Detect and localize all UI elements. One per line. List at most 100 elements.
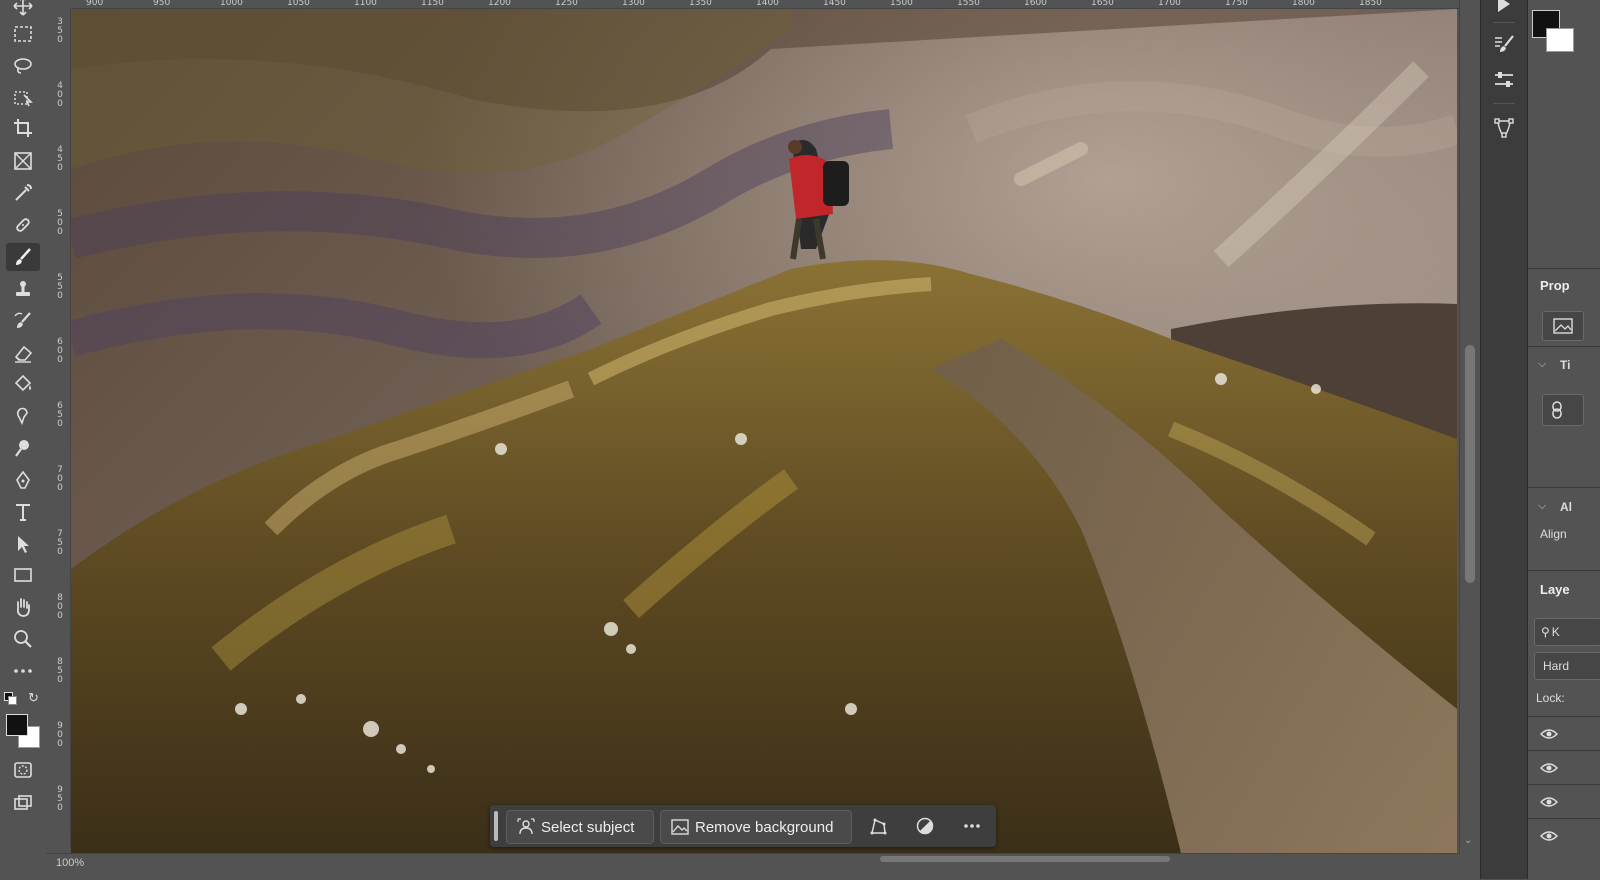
pen-icon[interactable] (6, 466, 40, 494)
panel-icon-strip (1480, 0, 1527, 879)
ruler-top-label: 1850 (1359, 0, 1382, 8)
crop-icon[interactable] (6, 114, 40, 142)
path-selection-icon[interactable] (6, 530, 40, 558)
transform-icon[interactable] (866, 814, 890, 838)
properties-panel-title[interactable]: Prop (1540, 278, 1570, 293)
ruler-top-label: 1000 (220, 0, 243, 8)
rectangular-marquee-icon[interactable] (6, 20, 40, 48)
ruler-left-label: 5 5 0 (57, 273, 63, 301)
link-icon[interactable] (1542, 394, 1584, 426)
ruler-top-label: 1600 (1024, 0, 1047, 8)
scroll-down-icon[interactable]: ⌄ (1464, 835, 1472, 846)
ruler-top-label: 1800 (1292, 0, 1315, 8)
ruler-left-label: 4 5 0 (57, 145, 63, 173)
ruler-left-label: 7 5 0 (57, 529, 63, 557)
ruler-top-label: 900 (86, 0, 104, 8)
align-section-label: Al (1560, 500, 1572, 514)
status-bar: 100% (46, 853, 1460, 880)
ruler-left-label: 9 5 0 (57, 785, 63, 813)
document-canvas[interactable] (71, 9, 1457, 853)
ruler-top-label: 1700 (1158, 0, 1181, 8)
rectangle-icon[interactable] (6, 561, 40, 589)
search-icon: ⚲ (1541, 625, 1550, 639)
paint-bucket-icon[interactable] (6, 370, 40, 398)
eye-icon[interactable] (1540, 762, 1558, 774)
adjustment-layer-icon[interactable] (913, 814, 937, 838)
eye-icon[interactable] (1540, 728, 1558, 740)
more-options-icon[interactable] (960, 814, 984, 838)
transform-section-label: Ti (1560, 358, 1571, 372)
blend-mode-dropdown[interactable]: Hard (1534, 652, 1600, 680)
screen-mode-icon[interactable] (6, 789, 40, 817)
swap-colors-icon[interactable]: ↻ (28, 690, 39, 706)
ruler-top-label: 1150 (421, 0, 444, 8)
move-tool-icon[interactable] (6, 0, 40, 20)
brush-settings-icon[interactable] (1490, 30, 1518, 58)
eye-icon[interactable] (1540, 796, 1558, 808)
layers-panel-title[interactable]: Laye (1540, 582, 1570, 597)
lock-label: Lock: (1536, 691, 1565, 705)
dodge-icon[interactable] (6, 434, 40, 462)
remove-background-button[interactable]: Remove background (660, 810, 852, 844)
vertical-scrollbar-thumb[interactable] (1465, 345, 1475, 583)
quick-mask-icon[interactable] (6, 756, 40, 784)
horizontal-scrollbar-thumb[interactable] (880, 856, 1170, 862)
blend-mode-value: Hard (1543, 659, 1570, 673)
clone-stamp-icon[interactable] (6, 275, 40, 303)
taskbar-drag-handle[interactable] (494, 811, 498, 841)
hand-icon[interactable] (6, 593, 40, 621)
ruler-top-label: 1200 (488, 0, 511, 8)
chevron-down-icon[interactable]: ⌵ (1538, 358, 1546, 371)
horizontal-ruler: 900 950 1000 1050 1100 1150 1200 1250 1300 1350 14… (46, 0, 1460, 9)
contextual-task-bar: Select subject Remove background (490, 805, 996, 847)
ruler-left-label: 8 0 0 (57, 593, 63, 621)
lasso-icon[interactable] (6, 52, 40, 80)
type-icon[interactable] (6, 498, 40, 526)
ruler-top-label: 1500 (890, 0, 913, 8)
vertical-ruler: 3 5 0 4 0 0 4 5 0 5 0 0 5 5 0 6 0 0 6 5 0 7 0 0… (46, 8, 71, 848)
edit-toolbar-icon[interactable] (6, 657, 40, 685)
ruler-top-label: 1550 (957, 0, 980, 8)
pixel-layer-icon (1542, 311, 1584, 341)
ruler-left-label: 6 0 0 (57, 337, 63, 365)
frame-icon[interactable] (6, 147, 40, 175)
ruler-top-label: 1300 (622, 0, 645, 8)
background-swatch-large[interactable] (1546, 28, 1574, 52)
select-subject-icon (517, 818, 535, 835)
ruler-top-label: 1450 (823, 0, 846, 8)
ruler-left-label: 4 0 0 (57, 81, 63, 109)
align-label: Align (1540, 527, 1567, 541)
remove-background-label: Remove background (695, 818, 834, 836)
play-icon[interactable] (1490, 0, 1518, 18)
eraser-icon[interactable] (6, 339, 40, 367)
eyedropper-icon[interactable] (6, 179, 40, 207)
spot-healing-brush-icon[interactable] (6, 211, 40, 239)
chevron-down-icon[interactable]: ⌵ (1538, 500, 1546, 513)
ruler-top-label: 1350 (689, 0, 712, 8)
eye-icon[interactable] (1540, 830, 1558, 842)
paths-icon[interactable] (1490, 114, 1518, 142)
ruler-left-label: 7 0 0 (57, 465, 63, 493)
layer-filter-field[interactable]: ⚲ K (1534, 618, 1600, 646)
history-brush-icon[interactable] (6, 307, 40, 335)
ruler-top-label: 1650 (1091, 0, 1114, 8)
zoom-icon[interactable] (6, 625, 40, 653)
filter-kind-text: K (1551, 625, 1560, 639)
select-subject-button[interactable]: Select subject (506, 810, 654, 844)
ruler-left-label: 9 0 0 (57, 721, 63, 749)
smudge-icon[interactable] (6, 402, 40, 430)
adjustments-icon[interactable] (1490, 66, 1518, 94)
brush-icon[interactable] (6, 243, 40, 271)
default-colors-icon[interactable] (4, 692, 17, 705)
ruler-top-label: 1400 (756, 0, 779, 8)
vertical-scrollbar[interactable]: ⌄ (1459, 0, 1480, 853)
right-panels: Prop ⌵ Ti ⌵ Al Align Laye ⚲ K Hard Lock: (1527, 0, 1600, 879)
ruler-left-label: 3 5 0 (57, 17, 63, 45)
painting-image (71, 9, 1457, 853)
ruler-top-label: 1250 (555, 0, 578, 8)
ruler-top-label: 1750 (1225, 0, 1248, 8)
foreground-color-swatch[interactable] (6, 714, 28, 736)
zoom-level[interactable]: 100% (56, 857, 84, 869)
object-selection-icon[interactable] (6, 84, 40, 112)
ruler-top-label: 1100 (354, 0, 377, 8)
